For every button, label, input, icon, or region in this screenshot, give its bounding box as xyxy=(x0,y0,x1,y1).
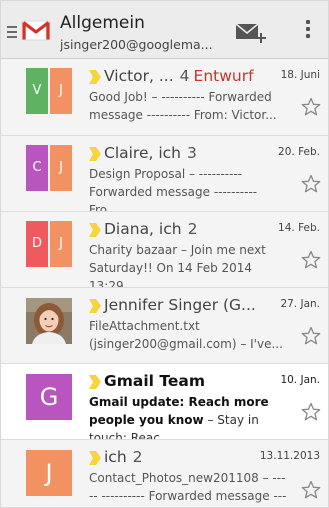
star-outline-icon[interactable] xyxy=(301,250,321,270)
importance-marker-icon[interactable] xyxy=(89,451,101,465)
account-email[interactable]: jsinger200@googlema... xyxy=(60,37,222,52)
conversation-row[interactable]: G Gmail Team 10. Jan. Gmail update: Reac… xyxy=(1,364,328,440)
sender-avatar[interactable]: D J xyxy=(26,221,72,267)
conversation-row[interactable]: J ich 2 13.11.2013 Contact_Photos_new2011… xyxy=(1,440,328,507)
message-snippet: Good Job! – ---------- Forwarded message… xyxy=(89,90,277,122)
avatar-letter: J xyxy=(50,145,72,191)
sender-text: Claire, ich xyxy=(104,144,182,162)
folder-title[interactable]: Allgemein xyxy=(60,13,145,33)
star-outline-icon[interactable] xyxy=(301,174,321,194)
message-count: 2 xyxy=(132,448,143,466)
sender-avatar[interactable]: C J xyxy=(26,145,72,191)
importance-marker-icon[interactable] xyxy=(89,375,101,389)
star-outline-icon[interactable] xyxy=(301,402,321,422)
avatar-letter: J xyxy=(26,450,72,496)
conversation-list: V J Victor, ... 4 Entwurf 18. Juni Good Jo… xyxy=(1,59,328,507)
sender-text: ich xyxy=(104,448,127,466)
message-count: 3 xyxy=(187,144,197,162)
sender-text: Jennifer Singer (G... xyxy=(104,296,256,314)
woman-portrait-avatar[interactable] xyxy=(26,298,72,344)
message-count: 4 xyxy=(179,67,190,85)
message-snippet: Design Proposal – ---------- Forwarded m… xyxy=(89,167,258,212)
avatar-letter: J xyxy=(50,68,72,114)
overflow-menu-icon[interactable] xyxy=(298,17,318,47)
draft-label: Entwurf xyxy=(193,67,254,85)
sender-avatar[interactable]: J xyxy=(26,450,72,496)
message-snippet: FileAttachment.txt (jsinger200@gmail.com… xyxy=(89,319,283,351)
avatar-letter: J xyxy=(50,221,72,267)
message-date: 20. Feb. xyxy=(278,146,320,158)
message-date: 27. Jan. xyxy=(280,298,320,310)
sender-name: Victor, ... 4 Entwurf xyxy=(104,67,254,85)
importance-marker-icon[interactable] xyxy=(89,147,101,161)
star-outline-icon[interactable] xyxy=(301,480,321,500)
avatar-letter: C xyxy=(26,145,48,191)
message-snippet: Contact_Photos_new201108 – ----- -------… xyxy=(89,471,287,503)
avatar-letter: G xyxy=(26,374,72,420)
gmail-logo[interactable] xyxy=(21,19,51,42)
sender-name: Claire, ich 3 xyxy=(104,144,197,162)
compose-mail-icon[interactable] xyxy=(229,18,267,48)
star-outline-icon[interactable] xyxy=(301,326,321,346)
sender-name: ich 2 xyxy=(104,448,143,466)
message-date: 13.11.2013 xyxy=(259,450,320,462)
message-date: 18. Juni xyxy=(280,69,320,81)
sender-text: Diana, ich xyxy=(104,220,182,238)
avatar-letter: D xyxy=(26,221,48,267)
gmail-app: Allgemein jsinger200@googlema... V J Vic… xyxy=(0,0,329,508)
sender-name: Diana, ich 2 xyxy=(104,220,197,238)
conversation-row[interactable]: V J Victor, ... 4 Entwurf 18. Juni Good Jo… xyxy=(1,59,328,136)
message-snippet: Charity bazaar – Join me next Saturday!!… xyxy=(89,243,266,288)
sender-name: Jennifer Singer (G... xyxy=(104,296,256,314)
message-date: 10. Jan. xyxy=(280,374,320,386)
sender-text: Gmail Team xyxy=(104,372,205,390)
sender-name: Gmail Team xyxy=(104,372,205,390)
portrait-photo xyxy=(26,298,72,344)
conversation-row[interactable]: Jennifer Singer (G... 27. Jan. FileAttac… xyxy=(1,288,328,364)
hamburger-icon[interactable] xyxy=(7,26,17,40)
sender-avatar[interactable]: V J xyxy=(26,68,72,114)
message-snippet: Gmail update: Reach more people you know… xyxy=(89,393,289,439)
sender-avatar[interactable]: G xyxy=(26,374,72,420)
action-bar: Allgemein jsinger200@googlema... xyxy=(1,1,328,59)
conversation-row[interactable]: C J Claire, ich 3 20. Feb. Design Proposa… xyxy=(1,136,328,212)
importance-marker-icon[interactable] xyxy=(89,70,101,84)
message-count: 2 xyxy=(187,220,198,238)
message-date: 14. Feb. xyxy=(278,222,320,234)
importance-marker-icon[interactable] xyxy=(89,223,101,237)
avatar-letter: V xyxy=(26,68,48,114)
conversation-row[interactable]: D J Diana, ich 2 14. Feb. Charity bazaar … xyxy=(1,212,328,288)
importance-marker-icon[interactable] xyxy=(89,299,101,313)
sender-text: Victor, ... xyxy=(104,67,174,85)
star-outline-icon[interactable] xyxy=(301,97,321,117)
